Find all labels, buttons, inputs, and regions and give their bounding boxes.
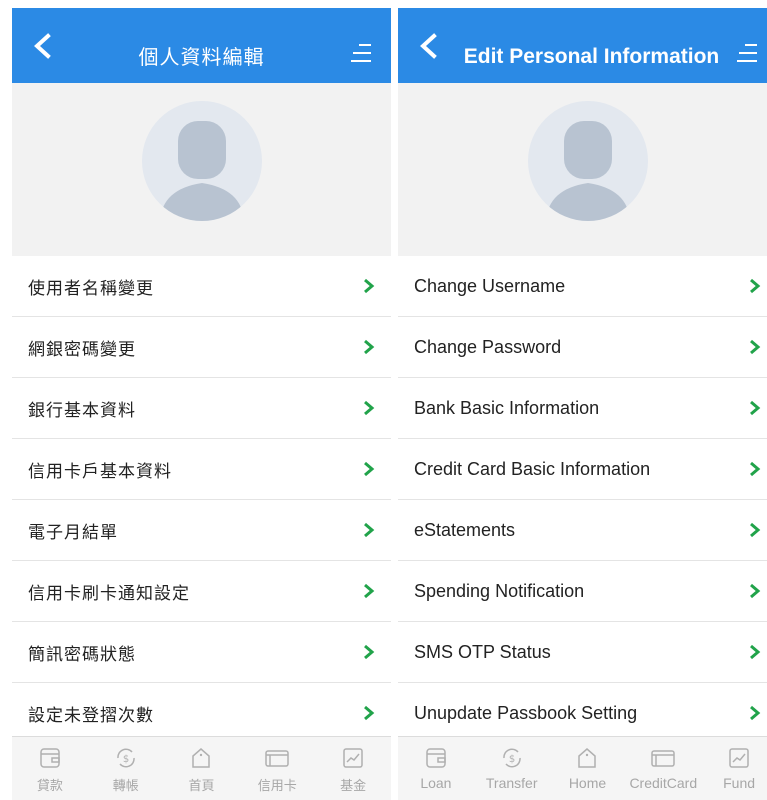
tab-label: 貸款 [36,779,63,794]
chevron-right-icon [750,705,761,721]
tab-loan[interactable]: 貸款 [12,737,88,800]
tab-label: 信用卡 [257,779,297,794]
screen-english: Edit Personal Information Change Usernam… [398,8,767,800]
list-item-label: Bank Basic Information [414,397,600,418]
tab-home[interactable]: 首頁 [164,737,240,800]
list-item-change-password[interactable]: Change Password [398,317,767,378]
chevron-right-icon [364,644,375,660]
avatar-section [398,83,767,256]
list-item-label: 設定未登摺次數 [28,705,154,726]
transfer-icon: $ [116,748,135,768]
tab-fund[interactable]: Fund [701,737,767,800]
bottom-tab-bar: Loan $ Transfer Home CreditCard Fund [398,736,767,800]
list-item-estatements[interactable]: eStatements [398,500,767,561]
list-item-credit-card-info[interactable]: Credit Card Basic Information [398,439,767,500]
credit-card-icon [651,750,676,767]
header-bar: Edit Personal Information [398,8,767,83]
tab-transfer[interactable]: $ 轉帳 [88,737,164,800]
menu-icon[interactable] [735,42,759,66]
svg-text:$: $ [509,754,515,765]
list-item-spending-notification[interactable]: Spending Notification [398,561,767,622]
list-item-passbook-setting[interactable]: 設定未登摺次數 [12,683,391,744]
tab-home[interactable]: Home [550,737,626,800]
avatar-section [12,83,391,256]
tab-label: Home [568,775,607,791]
list-item-label: 信用卡戶基本資料 [28,461,172,482]
tab-label: 基金 [340,779,367,794]
settings-list: Change Username Change Password Bank Bas… [398,256,767,744]
settings-list: 使用者名稱變更 網銀密碼變更 銀行基本資料 信用卡戶基本資料 電子月結單 信用卡… [12,256,391,744]
tab-label: Loan [420,775,452,791]
list-item-label: 使用者名稱變更 [28,278,154,299]
tab-credit-card[interactable]: 信用卡 [239,737,315,800]
transfer-icon: $ [502,748,521,768]
chevron-right-icon [364,278,375,294]
chevron-right-icon [750,583,761,599]
chevron-right-icon [750,339,761,355]
fund-icon [343,748,363,768]
list-item-credit-card-info[interactable]: 信用卡戶基本資料 [12,439,391,500]
svg-text:$: $ [123,754,129,765]
list-item-label: 網銀密碼變更 [28,339,136,360]
chevron-right-icon [364,583,375,599]
person-icon [546,121,630,221]
tab-label: 轉帳 [112,779,139,794]
list-item-label: Unupdate Passbook Setting [414,702,638,723]
list-item-label: 信用卡刷卡通知設定 [28,583,190,604]
list-item-change-username[interactable]: Change Username [398,256,767,317]
chevron-right-icon [364,705,375,721]
list-item-label: 簡訊密碼狀態 [28,644,136,665]
list-item-spending-notification[interactable]: 信用卡刷卡通知設定 [12,561,391,622]
menu-icon[interactable] [349,42,373,66]
chevron-right-icon [750,278,761,294]
header-bar: 個人資料編輯 [12,8,391,83]
tab-label: Fund [723,775,756,791]
chevron-right-icon [364,400,375,416]
chevron-right-icon [750,400,761,416]
list-item-label: eStatements [414,519,516,540]
list-item-label: SMS OTP Status [414,641,551,662]
list-item-change-password[interactable]: 網銀密碼變更 [12,317,391,378]
bottom-tab-bar: 貸款 $ 轉帳 首頁 信用卡 基金 [12,736,391,800]
list-item-label: 電子月結單 [28,522,118,543]
avatar[interactable] [528,101,648,221]
screen-chinese: 個人資料編輯 使用者名稱變更 網銀密碼變更 銀行基本資料 信用卡戶基本資料 電子… [12,8,391,800]
chevron-right-icon [750,461,761,477]
tab-label: CreditCard [629,775,698,791]
tab-transfer[interactable]: $ Transfer [474,737,550,800]
list-item-bank-info[interactable]: 銀行基本資料 [12,378,391,439]
chevron-right-icon [364,522,375,538]
list-item-passbook-setting[interactable]: Unupdate Passbook Setting [398,683,767,744]
chevron-right-icon [750,644,761,660]
tab-loan[interactable]: Loan [398,737,474,800]
tab-label: Transfer [485,775,538,791]
list-item-bank-info[interactable]: Bank Basic Information [398,378,767,439]
list-item-label: 銀行基本資料 [28,400,136,421]
list-item-sms-otp-status[interactable]: 簡訊密碼狀態 [12,622,391,683]
list-item-change-username[interactable]: 使用者名稱變更 [12,256,391,317]
list-item-label: Change Username [414,275,566,296]
list-item-sms-otp-status[interactable]: SMS OTP Status [398,622,767,683]
credit-card-icon [265,750,290,767]
person-icon [160,121,244,221]
chevron-right-icon [364,461,375,477]
list-item-label: Spending Notification [414,580,585,601]
list-item-estatements[interactable]: 電子月結單 [12,500,391,561]
wallet-icon [426,748,446,768]
tab-credit-card[interactable]: CreditCard [625,737,701,800]
fund-icon [729,748,749,768]
home-icon [578,748,597,768]
chevron-right-icon [364,339,375,355]
wallet-icon [40,748,60,768]
list-item-label: Credit Card Basic Information [414,458,651,479]
home-icon [192,748,211,768]
avatar[interactable] [142,101,262,221]
list-item-label: Change Password [414,336,562,357]
chevron-right-icon [750,522,761,538]
tab-fund[interactable]: 基金 [315,737,391,800]
tab-label: 首頁 [188,779,215,794]
